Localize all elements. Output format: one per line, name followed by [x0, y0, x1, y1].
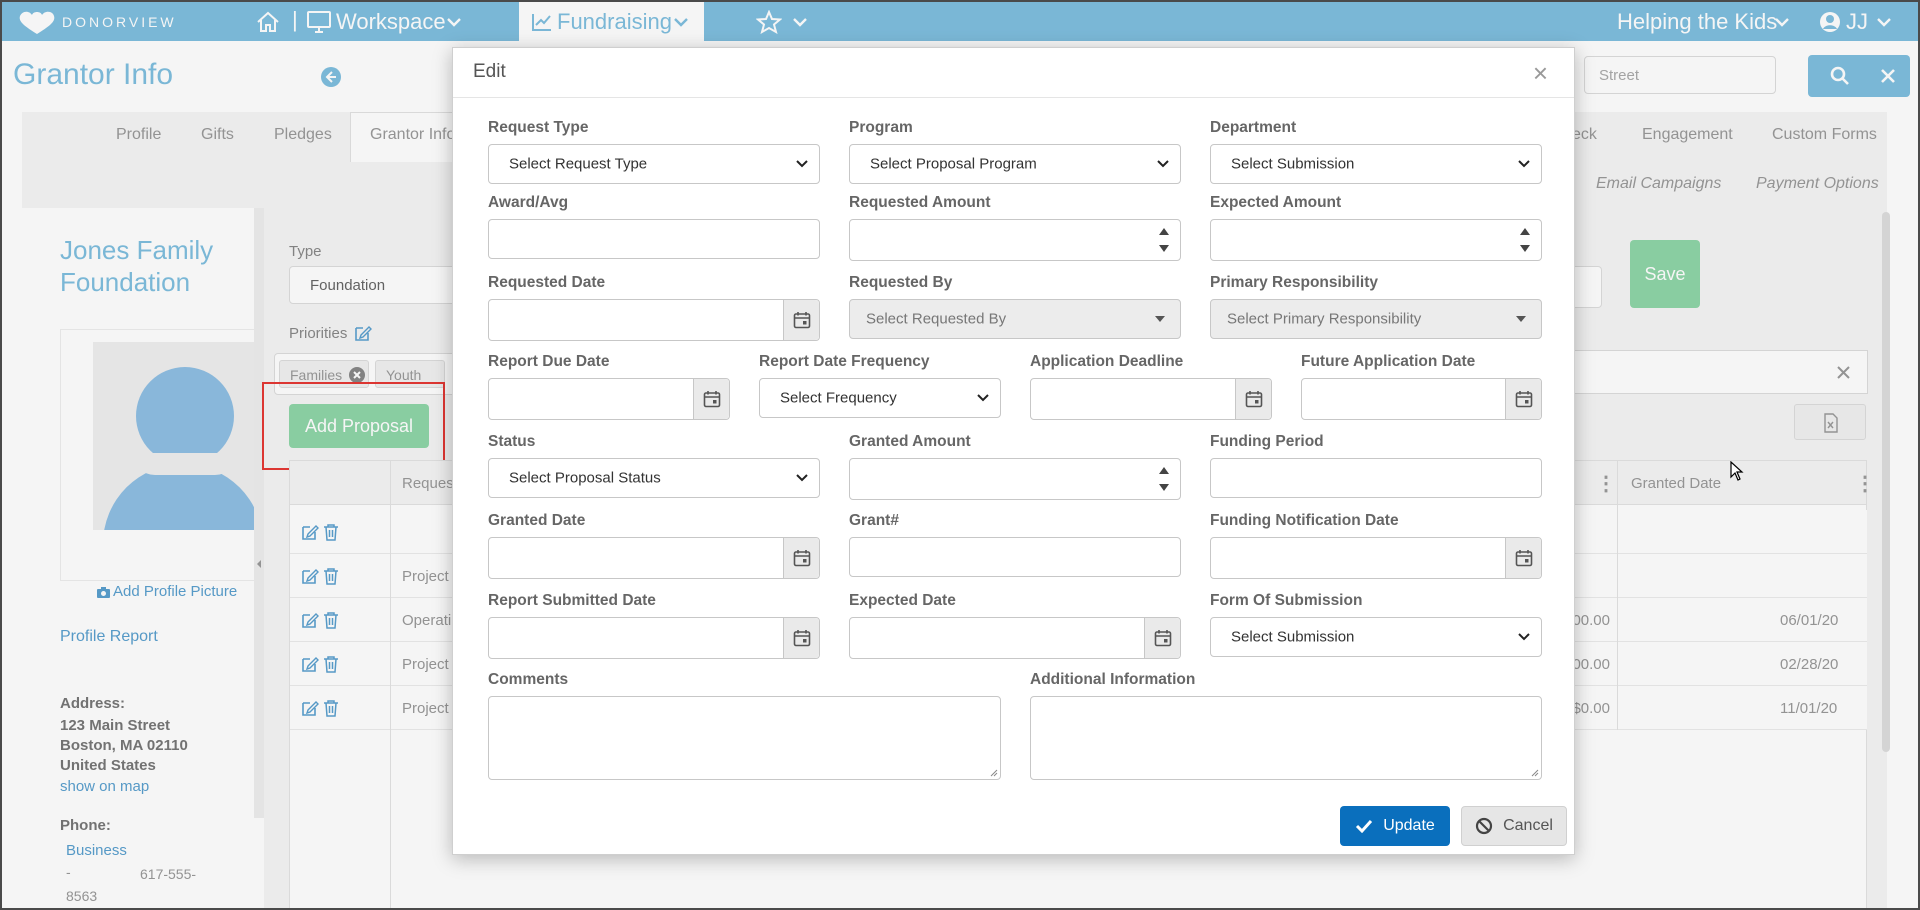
request-type-label: Request Type: [488, 119, 589, 136]
funding-notification-date-label: Funding Notification Date: [1210, 512, 1399, 529]
expected-date-label: Expected Date: [849, 592, 956, 609]
calendar-button[interactable]: [1144, 618, 1180, 658]
program-select[interactable]: Select Proposal Program: [849, 144, 1181, 184]
calendar-icon: [1245, 391, 1263, 408]
chevron-down-icon: [1157, 160, 1169, 168]
additional-information-label: Additional Information: [1030, 671, 1196, 688]
requested-amount-input[interactable]: [849, 219, 1181, 261]
future-application-date-label: Future Application Date: [1301, 353, 1476, 370]
report-date-frequency-select[interactable]: Select Frequency: [759, 378, 1001, 418]
number-spinner-icon[interactable]: [1156, 463, 1172, 495]
additional-information-textarea[interactable]: [1030, 696, 1542, 780]
calendar-icon: [793, 550, 811, 567]
report-date-frequency-label: Report Date Frequency: [759, 353, 930, 370]
calendar-icon: [1515, 550, 1533, 567]
report-submitted-date-input[interactable]: [488, 617, 820, 659]
requested-by-select[interactable]: Select Requested By: [849, 299, 1181, 339]
department-label: Department: [1210, 119, 1297, 136]
funding-period-label: Funding Period: [1210, 433, 1324, 450]
calendar-button[interactable]: [1505, 379, 1541, 419]
mouse-cursor-icon: [1730, 461, 1744, 481]
funding-notification-date-input[interactable]: [1210, 537, 1542, 579]
resize-handle-icon[interactable]: [1531, 769, 1539, 777]
caret-down-icon: [1516, 316, 1526, 322]
number-spinner-icon[interactable]: [1156, 224, 1172, 256]
funding-period-input[interactable]: [1210, 458, 1542, 498]
cancel-button[interactable]: Cancel: [1461, 806, 1567, 846]
requested-by-value: Select Requested By: [866, 310, 1007, 328]
update-button[interactable]: Update: [1340, 806, 1450, 846]
expected-date-input[interactable]: [849, 617, 1181, 659]
program-value: Select Proposal Program: [870, 155, 1037, 173]
requested-by-label: Requested By: [849, 274, 953, 291]
form-of-submission-label: Form Of Submission: [1210, 592, 1363, 609]
future-application-date-input[interactable]: [1301, 378, 1542, 420]
update-label: Update: [1383, 817, 1435, 834]
report-date-frequency-value: Select Frequency: [780, 389, 897, 407]
granted-date-label: Granted Date: [488, 512, 586, 529]
ban-icon: [1475, 817, 1493, 835]
calendar-icon: [793, 312, 811, 329]
chevron-down-icon: [1518, 160, 1530, 168]
status-label: Status: [488, 433, 536, 450]
report-due-date-input[interactable]: [488, 378, 730, 420]
check-icon: [1356, 819, 1373, 833]
form-of-submission-select[interactable]: Select Submission: [1210, 617, 1542, 657]
granted-date-input[interactable]: [488, 537, 820, 579]
resize-handle-icon[interactable]: [990, 769, 998, 777]
cancel-label: Cancel: [1503, 817, 1553, 834]
request-type-select[interactable]: Select Request Type: [488, 144, 820, 184]
calendar-icon: [703, 391, 721, 408]
award-avg-label: Award/Avg: [488, 194, 569, 211]
calendar-button[interactable]: [783, 538, 819, 578]
calendar-icon: [1154, 630, 1172, 647]
comments-textarea[interactable]: [488, 696, 1001, 780]
calendar-button[interactable]: [1505, 538, 1541, 578]
application-deadline-label: Application Deadline: [1030, 353, 1184, 370]
app-window: DONORVIEW | Workspace Fundraising Helpin…: [0, 0, 1920, 910]
number-spinner-icon[interactable]: [1517, 224, 1533, 256]
report-due-date-label: Report Due Date: [488, 353, 610, 370]
calendar-button[interactable]: [783, 618, 819, 658]
primary-responsibility-label: Primary Responsibility: [1210, 274, 1378, 291]
calendar-icon: [793, 630, 811, 647]
requested-date-input[interactable]: [488, 299, 820, 341]
calendar-button[interactable]: [1235, 379, 1271, 419]
modal-close-button[interactable]: ×: [1533, 58, 1548, 89]
requested-amount-label: Requested Amount: [849, 194, 991, 211]
granted-amount-label: Granted Amount: [849, 433, 971, 450]
award-avg-input[interactable]: [488, 219, 820, 259]
calendar-icon: [1515, 391, 1533, 408]
chevron-down-icon: [1518, 633, 1530, 641]
report-submitted-date-label: Report Submitted Date: [488, 592, 656, 609]
program-label: Program: [849, 119, 913, 136]
chevron-down-icon: [796, 160, 808, 168]
grant-number-label: Grant#: [849, 512, 899, 529]
granted-amount-input[interactable]: [849, 458, 1181, 500]
primary-responsibility-select[interactable]: Select Primary Responsibility: [1210, 299, 1542, 339]
primary-responsibility-value: Select Primary Responsibility: [1227, 310, 1422, 328]
status-value: Select Proposal Status: [509, 469, 661, 487]
chevron-down-icon: [796, 474, 808, 482]
grant-number-input[interactable]: [849, 537, 1181, 577]
form-of-submission-value: Select Submission: [1231, 628, 1355, 646]
expected-amount-label: Expected Amount: [1210, 194, 1342, 211]
status-select[interactable]: Select Proposal Status: [488, 458, 820, 498]
comments-label: Comments: [488, 671, 569, 688]
requested-date-label: Requested Date: [488, 274, 606, 291]
caret-down-icon: [1155, 316, 1165, 322]
department-select[interactable]: Select Submission: [1210, 144, 1542, 184]
application-deadline-input[interactable]: [1030, 378, 1272, 420]
expected-amount-input[interactable]: [1210, 219, 1542, 261]
calendar-button[interactable]: [693, 379, 729, 419]
calendar-button[interactable]: [783, 300, 819, 340]
chevron-down-icon: [977, 394, 989, 402]
edit-proposal-modal: Edit × Request Type Select Request Type …: [452, 47, 1575, 855]
modal-title: Edit: [473, 61, 506, 82]
request-type-value: Select Request Type: [509, 155, 648, 173]
modal-header: Edit ×: [453, 48, 1574, 98]
department-value: Select Submission: [1231, 155, 1355, 173]
